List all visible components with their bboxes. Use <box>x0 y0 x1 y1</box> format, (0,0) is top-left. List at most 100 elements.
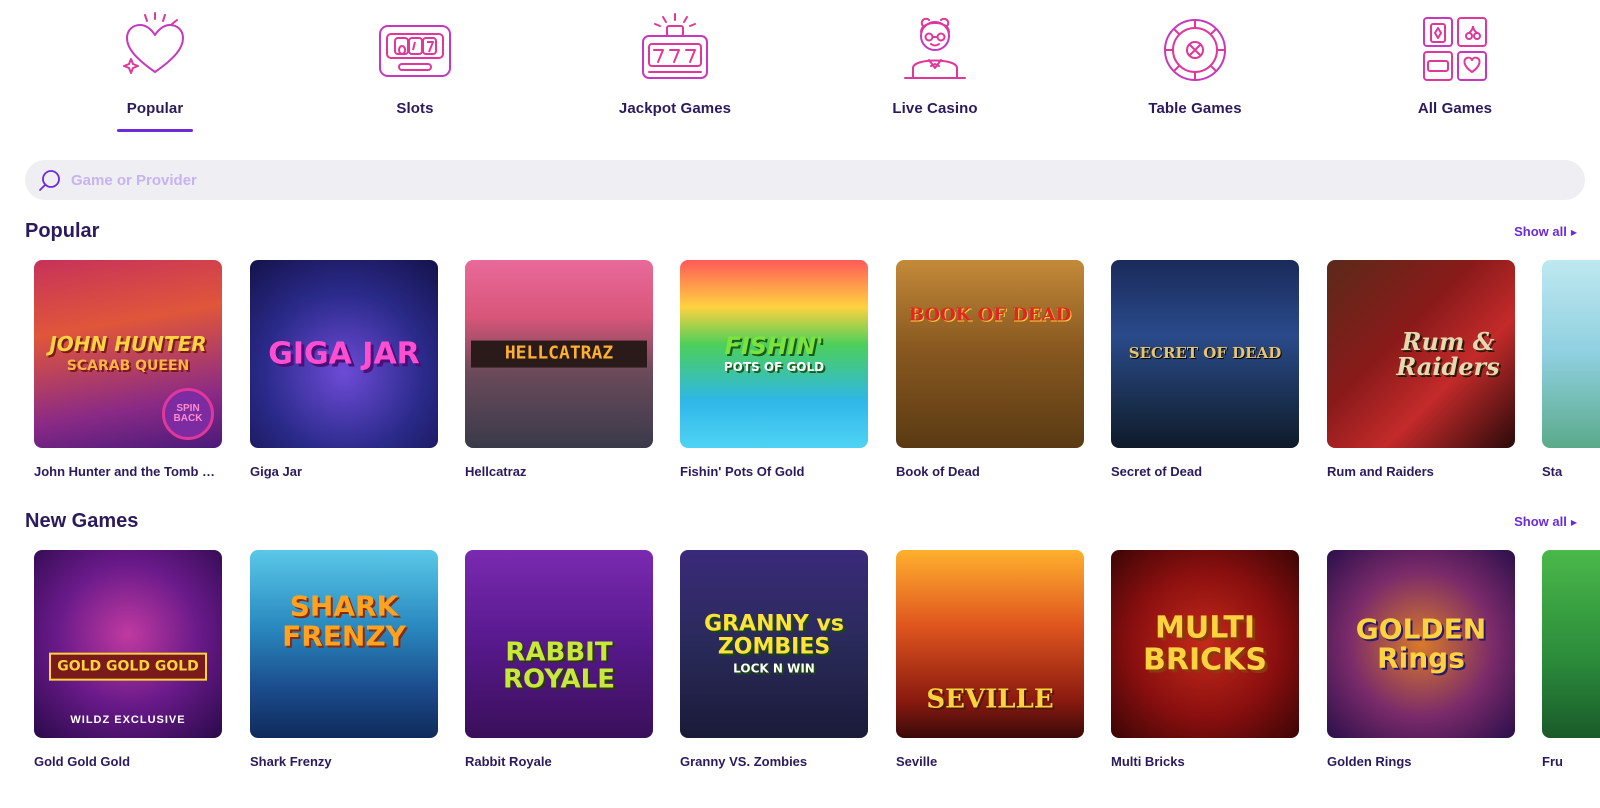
game-tile[interactable]: RABBIT ROYALE Rabbit Royale <box>465 550 653 769</box>
game-name[interactable]: Multi Bricks <box>1111 754 1299 769</box>
game-thumbnail[interactable] <box>1542 260 1600 448</box>
tab-table-games-label: Table Games <box>1148 100 1242 117</box>
game-art-title: FISHIN' POTS OF GOLD <box>686 332 862 375</box>
game-art-text: HELLCATRAZ <box>471 340 647 368</box>
game-thumbnail[interactable]: SECRET OF DEAD <box>1111 260 1299 448</box>
game-thumbnail[interactable]: BOOK OF DEAD <box>896 260 1084 448</box>
game-art-title: JOHN HUNTER SCARAB QUEEN <box>40 334 216 374</box>
tab-slots-label: Slots <box>396 100 434 117</box>
search-icon <box>38 169 62 193</box>
game-tile[interactable]: GOLDEN Rings Golden Rings <box>1327 550 1515 769</box>
game-row: GOLD GOLD GOLD WILDZ EXCLUSIVE Gold Gold… <box>34 550 1600 780</box>
game-tile[interactable]: GIGA JAR Giga Jar <box>250 260 438 479</box>
game-art-text: SECRET OF DEAD <box>1128 344 1282 363</box>
caret-right-icon: ▶ <box>1570 518 1577 527</box>
game-name[interactable]: Granny VS. Zombies <box>680 754 868 769</box>
game-tile[interactable]: BOOK OF DEAD Book of Dead <box>896 260 1084 479</box>
game-art-text: RABBIT ROYALE <box>503 637 615 695</box>
game-thumbnail[interactable]: GRANNY vs ZOMBIES LOCK N WIN <box>680 550 868 738</box>
section-title: New Games <box>25 510 139 532</box>
game-art-text: FISHIN' <box>724 332 824 361</box>
heart-sparkle-icon <box>115 12 195 82</box>
slot-machine-icon <box>375 12 455 82</box>
game-name[interactable]: Golden Rings <box>1327 754 1515 769</box>
game-row: JOHN HUNTER SCARAB QUEEN SPIN BACK John … <box>34 260 1600 490</box>
game-art-text: JOHN HUNTER <box>49 332 207 357</box>
game-art-subtext: POTS OF GOLD <box>723 360 825 375</box>
show-all-label: Show all <box>1514 514 1567 529</box>
game-art-text: SEVILLE <box>926 684 1054 715</box>
game-art-text: GRANNY vs ZOMBIES <box>704 611 844 660</box>
game-tile[interactable]: GOLD GOLD GOLD WILDZ EXCLUSIVE Gold Gold… <box>34 550 222 769</box>
game-art-subtext: SCARAB QUEEN <box>66 358 190 375</box>
game-name[interactable]: Fishin' Pots Of Gold <box>680 464 868 479</box>
game-name[interactable]: Shark Frenzy <box>250 754 438 769</box>
show-all-link[interactable]: Show all ▶ <box>1514 514 1577 529</box>
tab-popular-label: Popular <box>126 100 184 117</box>
live-dealer-icon <box>895 12 975 82</box>
category-nav: Popular Slots Jackpot Games Live Casino … <box>25 0 1585 140</box>
active-tab-indicator <box>117 129 193 132</box>
caret-right-icon: ▶ <box>1570 228 1577 237</box>
game-tile[interactable]: FISHIN' POTS OF GOLD Fishin' Pots Of Gol… <box>680 260 868 479</box>
game-tile[interactable]: HELLCATRAZ Hellcatraz <box>465 260 653 479</box>
show-all-link[interactable]: Show all ▶ <box>1514 224 1577 239</box>
section-title: Popular <box>25 220 100 242</box>
game-thumbnail[interactable]: RABBIT ROYALE <box>465 550 653 738</box>
tab-all-games-label: All Games <box>1417 100 1493 117</box>
game-tile[interactable]: GRANNY vs ZOMBIES LOCK N WIN Granny VS. … <box>680 550 868 769</box>
game-thumbnail[interactable]: SEVILLE <box>896 550 1084 738</box>
game-thumbnail[interactable]: HELLCATRAZ <box>465 260 653 448</box>
game-name[interactable]: Gold Gold Gold <box>34 754 222 769</box>
spin-back-badge: SPIN BACK <box>162 388 214 440</box>
roulette-wheel-icon <box>1155 12 1235 82</box>
search-bar <box>25 160 1585 200</box>
game-art-text: Rum & Raiders <box>1396 326 1500 381</box>
game-art-subtext: LOCK N WIN <box>733 661 815 676</box>
game-art-text: BOOK OF DEAD <box>908 304 1072 326</box>
game-name[interactable]: Hellcatraz <box>465 464 653 479</box>
tab-jackpot-games[interactable]: Jackpot Games <box>545 0 805 140</box>
game-name[interactable]: Rum and Raiders <box>1327 464 1515 479</box>
game-name[interactable]: Sta <box>1542 464 1600 479</box>
game-thumbnail[interactable]: SHARK FRENZY <box>250 550 438 738</box>
tab-all-games[interactable]: All Games <box>1325 0 1585 140</box>
tab-table-games[interactable]: Table Games <box>1065 0 1325 140</box>
game-thumbnail[interactable]: FISHIN' POTS OF GOLD <box>680 260 868 448</box>
game-tile[interactable]: Rum & Raiders Rum and Raiders <box>1327 260 1515 479</box>
section-popular: Popular Show all ▶ JOHN HUNTER SCARAB QUE… <box>25 220 1600 490</box>
game-tile[interactable]: Sta <box>1542 260 1600 479</box>
game-name[interactable]: Fru <box>1542 754 1600 769</box>
game-art-title: GOLD GOLD GOLD <box>40 652 216 681</box>
game-tile[interactable]: SECRET OF DEAD Secret of Dead <box>1111 260 1299 479</box>
game-thumbnail[interactable]: GIGA JAR <box>250 260 438 448</box>
tab-live-casino[interactable]: Live Casino <box>805 0 1065 140</box>
game-art-text: SHARK FRENZY <box>282 590 406 653</box>
game-name[interactable]: Giga Jar <box>250 464 438 479</box>
game-name[interactable]: Rabbit Royale <box>465 754 653 769</box>
game-tile[interactable]: Fru <box>1542 550 1600 769</box>
jackpot-777-icon <box>635 12 715 82</box>
game-art-text: MULTI BRICKS <box>1143 610 1267 677</box>
game-name[interactable]: Secret of Dead <box>1111 464 1299 479</box>
tab-live-casino-label: Live Casino <box>892 100 978 117</box>
game-tile[interactable]: SEVILLE Seville <box>896 550 1084 769</box>
game-art-text: GIGA JAR <box>268 336 420 372</box>
tab-slots[interactable]: Slots <box>285 0 545 140</box>
tab-popular[interactable]: Popular <box>25 0 285 140</box>
game-name[interactable]: Book of Dead <box>896 464 1084 479</box>
game-name[interactable]: John Hunter and the Tomb of the Scarab Q… <box>34 464 222 479</box>
game-tile[interactable]: MULTI BRICKS Multi Bricks <box>1111 550 1299 769</box>
game-thumbnail[interactable]: JOHN HUNTER SCARAB QUEEN SPIN BACK <box>34 260 222 448</box>
game-art-text: GOLD GOLD GOLD <box>49 652 207 681</box>
game-thumbnail[interactable]: MULTI BRICKS <box>1111 550 1299 738</box>
game-name[interactable]: Seville <box>896 754 1084 769</box>
game-thumbnail[interactable]: GOLD GOLD GOLD WILDZ EXCLUSIVE <box>34 550 222 738</box>
game-thumbnail[interactable] <box>1542 550 1600 738</box>
game-thumbnail[interactable]: GOLDEN Rings <box>1327 550 1515 738</box>
game-grid-icon <box>1415 12 1495 82</box>
game-tile[interactable]: JOHN HUNTER SCARAB QUEEN SPIN BACK John … <box>34 260 222 479</box>
game-tile[interactable]: SHARK FRENZY Shark Frenzy <box>250 550 438 769</box>
search-input[interactable] <box>71 160 1551 200</box>
game-thumbnail[interactable]: Rum & Raiders <box>1327 260 1515 448</box>
